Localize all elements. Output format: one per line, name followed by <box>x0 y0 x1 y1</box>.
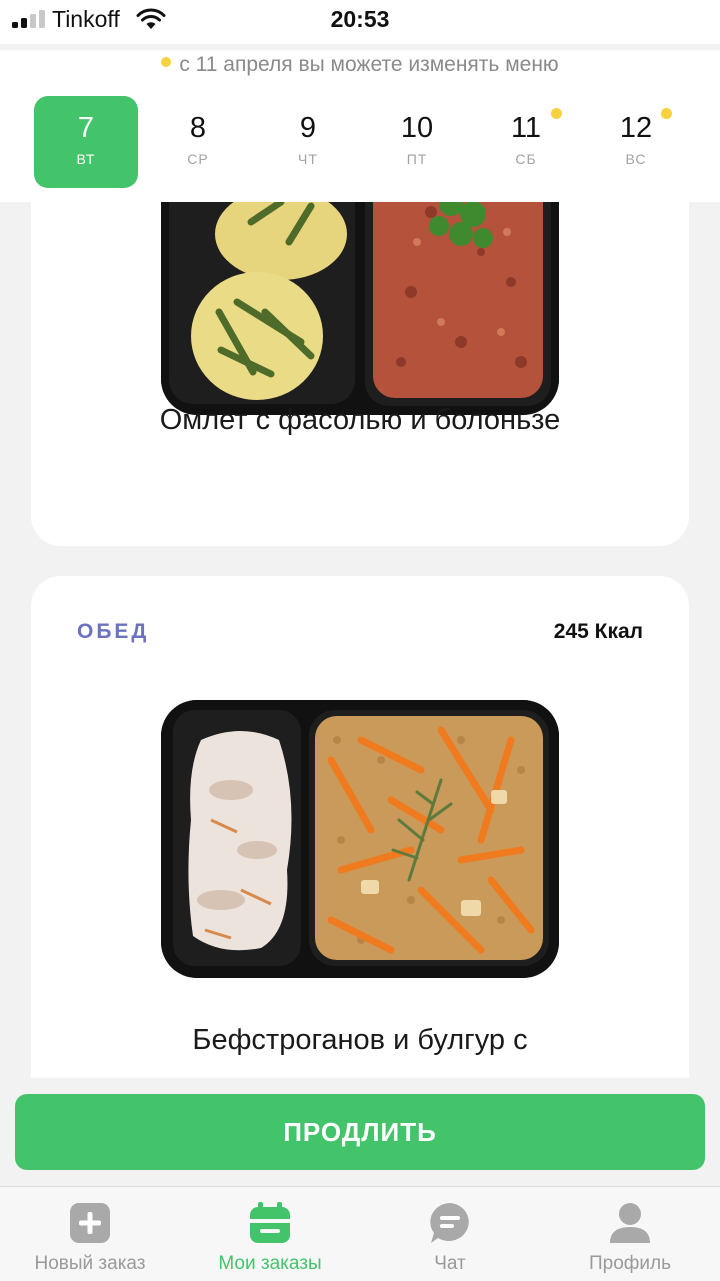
status-time: 20:53 <box>330 6 390 32</box>
person-icon <box>610 1203 650 1243</box>
meal-list[interactable]: Омлет с фасолью и болоньзе ОБЕД 245 Ккал <box>0 202 720 1078</box>
day-10[interactable]: 10 ПТ <box>365 96 469 188</box>
bottom-action-bar: ПРОДЛИТЬ <box>0 1078 720 1186</box>
day-weekday: ЧТ <box>298 151 318 167</box>
day-number: 9 <box>299 112 317 144</box>
day-weekday: СБ <box>515 151 537 167</box>
tab-bar: Новый заказ Мои заказы Чат Профиль <box>0 1186 720 1281</box>
day-7[interactable]: 7 ВТ <box>34 96 138 188</box>
notice-dot-icon <box>161 57 172 68</box>
omelette-bolognese-image <box>161 202 559 415</box>
day-weekday: ВТ <box>76 151 96 167</box>
beef-stroganoff-bulgur-image <box>161 700 559 978</box>
plus-square-icon <box>70 1203 110 1243</box>
tab-label: Новый заказ <box>34 1253 146 1274</box>
tab-my-orders[interactable]: Мои заказы <box>180 1187 360 1281</box>
meal-card[interactable]: Омлет с фасолью и болоньзе <box>31 202 689 546</box>
dish-name: Бефстроганов и булгур с <box>192 1024 528 1056</box>
day-weekday: ВС <box>625 151 647 167</box>
tab-new-order[interactable]: Новый заказ <box>0 1187 180 1281</box>
dish-photo <box>161 202 559 415</box>
tab-label: Мои заказы <box>218 1253 322 1274</box>
day-8[interactable]: 8 СР <box>146 96 250 188</box>
day-number: 10 <box>400 112 434 144</box>
menu-change-dot-icon <box>661 108 672 119</box>
day-9[interactable]: 9 ЧТ <box>256 96 360 188</box>
day-12[interactable]: 12 ВС <box>584 96 688 188</box>
tab-label: Чат <box>434 1253 466 1274</box>
meal-type: ОБЕД <box>77 620 150 643</box>
notice-text: с 11 апреля вы можете изменять меню <box>179 53 559 76</box>
day-number: 11 <box>510 112 542 144</box>
day-selector: 7 ВТ 8 СР 9 ЧТ 10 ПТ 11 СБ 12 ВС <box>0 80 720 202</box>
chat-bubble-icon <box>430 1203 469 1243</box>
menu-change-dot-icon <box>551 108 562 119</box>
dish-name: Омлет с фасолью и болоньзе <box>159 404 561 436</box>
day-11[interactable]: 11 СБ <box>474 96 578 188</box>
tab-label: Профиль <box>588 1253 672 1274</box>
tab-profile[interactable]: Профиль <box>540 1187 720 1281</box>
meal-card[interactable]: ОБЕД 245 Ккал Бефстроганов и булгур с <box>31 576 689 1078</box>
day-weekday: СР <box>187 151 209 167</box>
menu-change-notice: с 11 апреля вы можете изменять меню <box>0 50 720 80</box>
day-number: 8 <box>189 112 207 144</box>
extend-button[interactable]: ПРОДЛИТЬ <box>15 1094 705 1170</box>
dish-photo <box>161 700 559 978</box>
status-bar: Tinkoff 20:53 <box>0 0 720 44</box>
calendar-icon <box>250 1202 290 1243</box>
meal-calories: 245 Ккал <box>553 620 643 643</box>
day-weekday: ПТ <box>406 151 428 167</box>
day-number: 7 <box>77 112 95 144</box>
tab-chat[interactable]: Чат <box>360 1187 540 1281</box>
day-number: 12 <box>619 112 653 144</box>
